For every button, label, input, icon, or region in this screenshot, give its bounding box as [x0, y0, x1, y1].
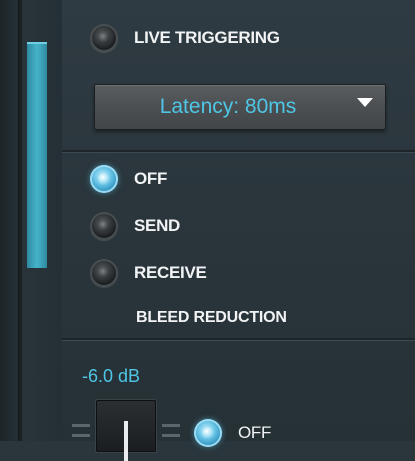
bleed-off-led-icon — [90, 165, 118, 193]
strip-groove — [18, 0, 22, 441]
live-triggering-led-icon — [90, 24, 118, 52]
fader-handle[interactable] — [96, 400, 156, 461]
bleed-option-send[interactable]: SEND — [90, 211, 180, 241]
fader-off-led-icon — [194, 419, 222, 447]
bleed-option-label: SEND — [134, 216, 181, 235]
bleed-option-label: OFF — [134, 169, 168, 188]
fader-tick — [162, 424, 180, 427]
chevron-down-icon — [357, 98, 373, 107]
bleed-option-label: RECEIVE — [134, 263, 207, 282]
fader-tick — [72, 424, 90, 427]
latency-value: Latency: 80ms — [159, 95, 297, 118]
section-divider — [62, 338, 415, 341]
bleed-option-off[interactable]: OFF — [90, 164, 167, 194]
fader-tick — [72, 434, 90, 437]
bleed-reduction-title: BLEED REDUCTION — [136, 309, 287, 326]
section-divider — [62, 150, 415, 153]
fader-tick — [162, 434, 180, 437]
fader-off-label: OFF — [238, 423, 272, 442]
fader-db-readout: -6.0 dB — [82, 366, 141, 386]
latency-dropdown[interactable]: Latency: 80ms — [94, 84, 386, 130]
scrollbar-thumb[interactable] — [27, 42, 47, 268]
bleed-option-receive[interactable]: RECEIVE — [90, 258, 207, 288]
bleed-send-led-icon — [90, 212, 118, 240]
live-triggering-toggle[interactable]: LIVE TRIGGERING — [90, 23, 280, 53]
bleed-receive-led-icon — [90, 259, 118, 287]
live-triggering-label: LIVE TRIGGERING — [134, 28, 280, 47]
settings-panel: LIVE TRIGGERING Latency: 80ms OFF SEND R… — [62, 0, 415, 461]
scroll-strip — [0, 0, 63, 441]
fader[interactable] — [72, 396, 182, 461]
fader-indicator-line — [124, 421, 128, 461]
fader-off-toggle[interactable]: OFF — [194, 418, 271, 448]
